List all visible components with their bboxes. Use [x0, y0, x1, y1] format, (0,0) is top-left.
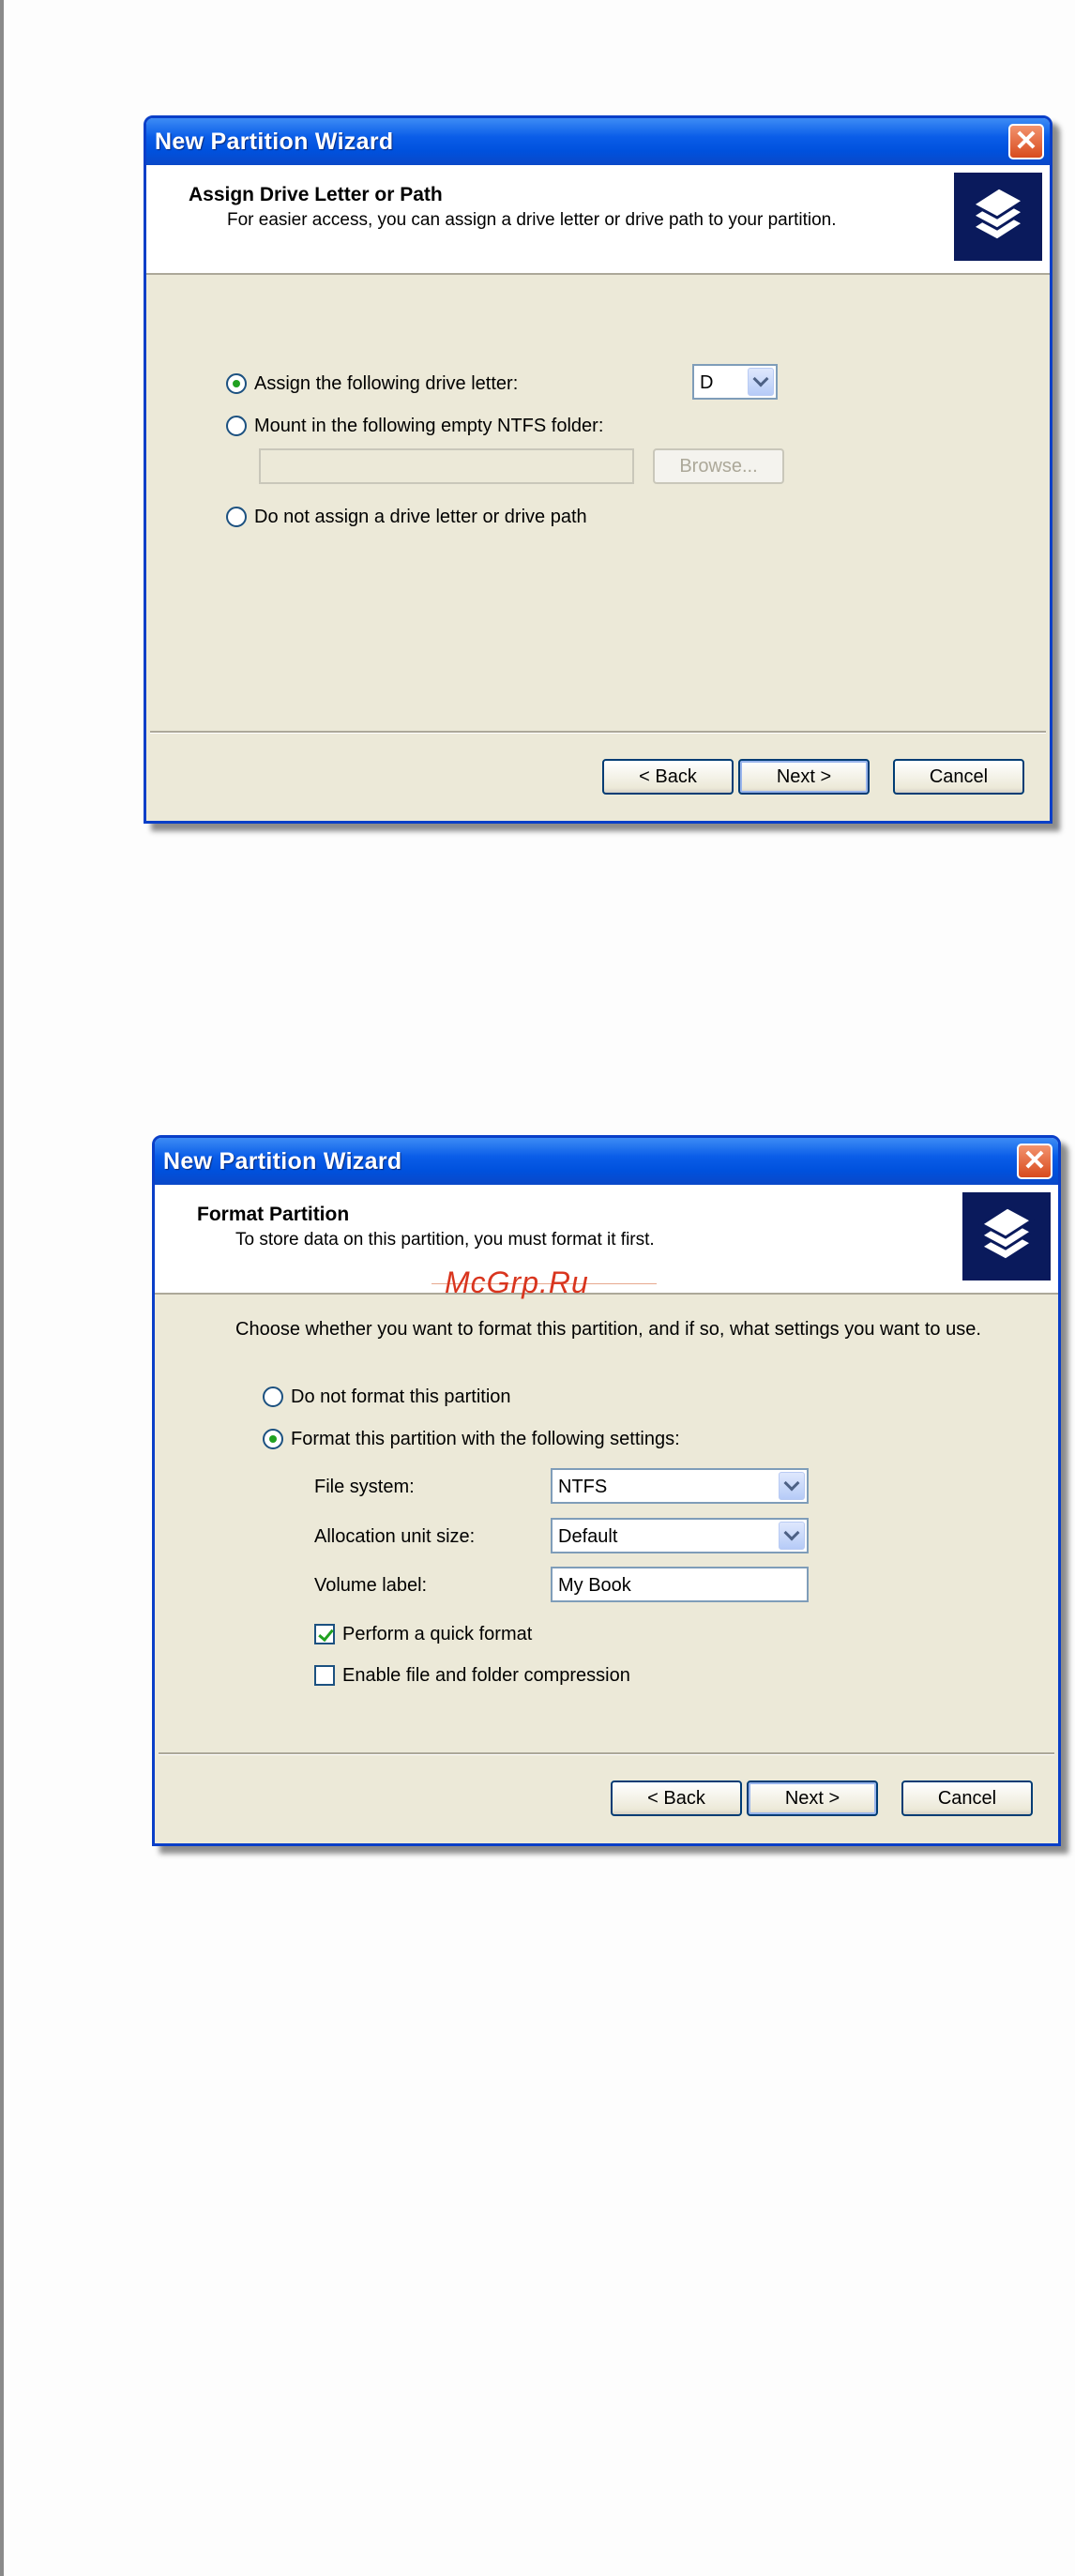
format-instruction: Choose whether you want to format this p…: [235, 1319, 981, 1340]
disk-stack-icon: [962, 1192, 1051, 1280]
chevron-down-icon[interactable]: [748, 368, 774, 396]
wizard-header: Format Partition To store data on this p…: [155, 1185, 1058, 1295]
wizard-header: Assign Drive Letter or Path For easier a…: [146, 165, 1050, 275]
header-subtitle: To store data on this partition, you mus…: [235, 1230, 655, 1250]
compression-checkbox[interactable]: [314, 1665, 335, 1686]
allocation-unit-select[interactable]: Default: [551, 1518, 809, 1553]
format-with-settings-label[interactable]: Format this partition with the following…: [291, 1429, 680, 1450]
allocation-unit-value: Default: [558, 1526, 618, 1547]
no-format-radio[interactable]: [263, 1386, 283, 1407]
quick-format-label[interactable]: Perform a quick format: [342, 1624, 532, 1645]
quick-format-checkbox[interactable]: [314, 1624, 335, 1644]
mount-folder-radio[interactable]: [226, 416, 247, 436]
window-title: New Partition Wizard: [163, 1147, 402, 1174]
title-bar[interactable]: New Partition Wizard ✕: [146, 118, 1050, 165]
volume-label-value: My Book: [558, 1575, 631, 1596]
volume-label-field[interactable]: My Book: [551, 1567, 809, 1602]
no-assign-radio[interactable]: [226, 507, 247, 527]
format-partition-dialog: New Partition Wizard ✕ Format Partition …: [152, 1135, 1061, 1846]
footer-divider: [159, 1752, 1054, 1755]
file-system-select[interactable]: NTFS: [551, 1468, 809, 1504]
no-assign-label[interactable]: Do not assign a drive letter or drive pa…: [254, 507, 587, 528]
no-format-label[interactable]: Do not format this partition: [291, 1386, 511, 1408]
chevron-down-icon[interactable]: [779, 1522, 805, 1550]
folder-path-field[interactable]: [259, 448, 634, 484]
header-subtitle: For easier access, you can assign a driv…: [227, 210, 837, 230]
chevron-down-icon[interactable]: [779, 1472, 805, 1500]
back-button[interactable]: < Back: [602, 759, 734, 795]
file-system-label: File system:: [314, 1477, 415, 1497]
cancel-button[interactable]: Cancel: [901, 1780, 1033, 1816]
browse-button[interactable]: Browse...: [653, 448, 784, 484]
back-button[interactable]: < Back: [611, 1780, 742, 1816]
close-icon[interactable]: ✕: [1008, 124, 1044, 159]
next-button[interactable]: Next >: [738, 759, 870, 795]
header-title: Assign Drive Letter or Path: [189, 184, 443, 205]
header-title: Format Partition: [197, 1204, 350, 1225]
drive-letter-value: D: [700, 372, 714, 393]
format-with-settings-radio[interactable]: [263, 1429, 283, 1449]
cancel-button[interactable]: Cancel: [893, 759, 1024, 795]
window-title: New Partition Wizard: [155, 128, 394, 155]
footer-divider: [150, 731, 1046, 734]
watermark-text: McGrp.Ru: [445, 1265, 589, 1299]
mount-folder-label[interactable]: Mount in the following empty NTFS folder…: [254, 416, 603, 437]
next-button[interactable]: Next >: [747, 1780, 878, 1816]
assign-drive-letter-dialog: New Partition Wizard ✕ Assign Drive Lett…: [144, 115, 1052, 824]
assign-letter-label[interactable]: Assign the following drive letter:: [254, 373, 518, 395]
file-system-value: NTFS: [558, 1477, 608, 1497]
drive-letter-select[interactable]: D: [692, 364, 778, 400]
page-left-border: [0, 0, 4, 2576]
assign-letter-radio[interactable]: [226, 373, 247, 394]
allocation-unit-label: Allocation unit size:: [314, 1526, 476, 1547]
compression-label[interactable]: Enable file and folder compression: [342, 1665, 630, 1687]
title-bar[interactable]: New Partition Wizard ✕: [155, 1138, 1058, 1185]
disk-stack-icon: [954, 173, 1042, 261]
close-icon[interactable]: ✕: [1017, 1144, 1052, 1179]
volume-label-label: Volume label:: [314, 1575, 428, 1596]
